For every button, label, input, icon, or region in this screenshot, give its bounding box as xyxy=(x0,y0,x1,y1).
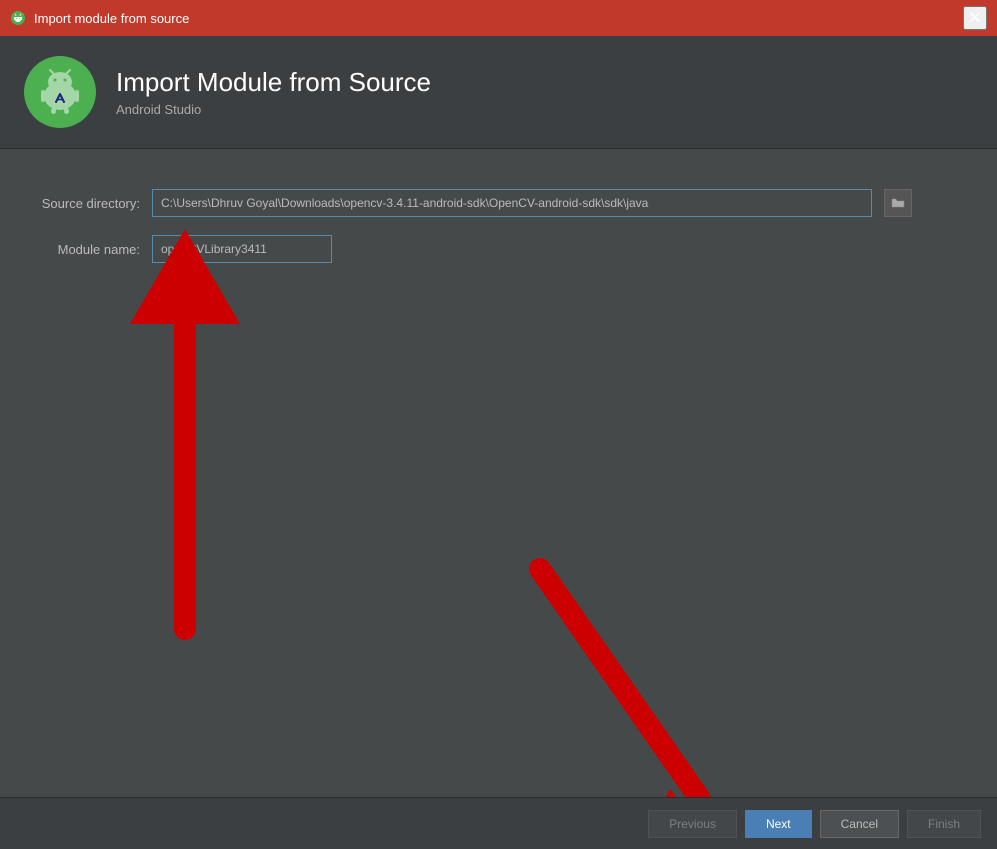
android-logo xyxy=(24,56,96,128)
dialog-window: Import module from source ✕ xyxy=(0,0,997,849)
source-directory-input[interactable] xyxy=(152,189,872,217)
module-name-row: Module name: xyxy=(30,235,967,263)
content-area: Source directory: Module name: xyxy=(0,149,997,849)
header-section: Import Module from Source Android Studio xyxy=(0,36,997,149)
dialog-title: Import Module from Source xyxy=(116,67,431,98)
module-name-label: Module name: xyxy=(30,242,140,257)
title-bar-android-icon xyxy=(10,10,26,26)
finish-button[interactable]: Finish xyxy=(907,810,981,838)
footer: Previous Next Cancel Finish xyxy=(0,797,997,849)
browse-button[interactable] xyxy=(884,189,912,217)
close-button[interactable]: ✕ xyxy=(963,6,987,30)
title-bar-left: Import module from source xyxy=(10,10,189,26)
previous-button[interactable]: Previous xyxy=(648,810,737,838)
source-directory-row: Source directory: xyxy=(30,189,967,217)
android-logo-svg xyxy=(34,66,86,118)
module-name-input[interactable] xyxy=(152,235,332,263)
next-button[interactable]: Next xyxy=(745,810,812,838)
source-directory-label: Source directory: xyxy=(30,196,140,211)
header-text: Import Module from Source Android Studio xyxy=(116,67,431,117)
folder-icon xyxy=(891,197,905,209)
dialog-subtitle: Android Studio xyxy=(116,102,431,117)
form-area: Source directory: Module name: xyxy=(0,149,997,849)
title-bar: Import module from source ✕ xyxy=(0,0,997,36)
title-bar-title: Import module from source xyxy=(34,11,189,26)
cancel-button[interactable]: Cancel xyxy=(820,810,899,838)
